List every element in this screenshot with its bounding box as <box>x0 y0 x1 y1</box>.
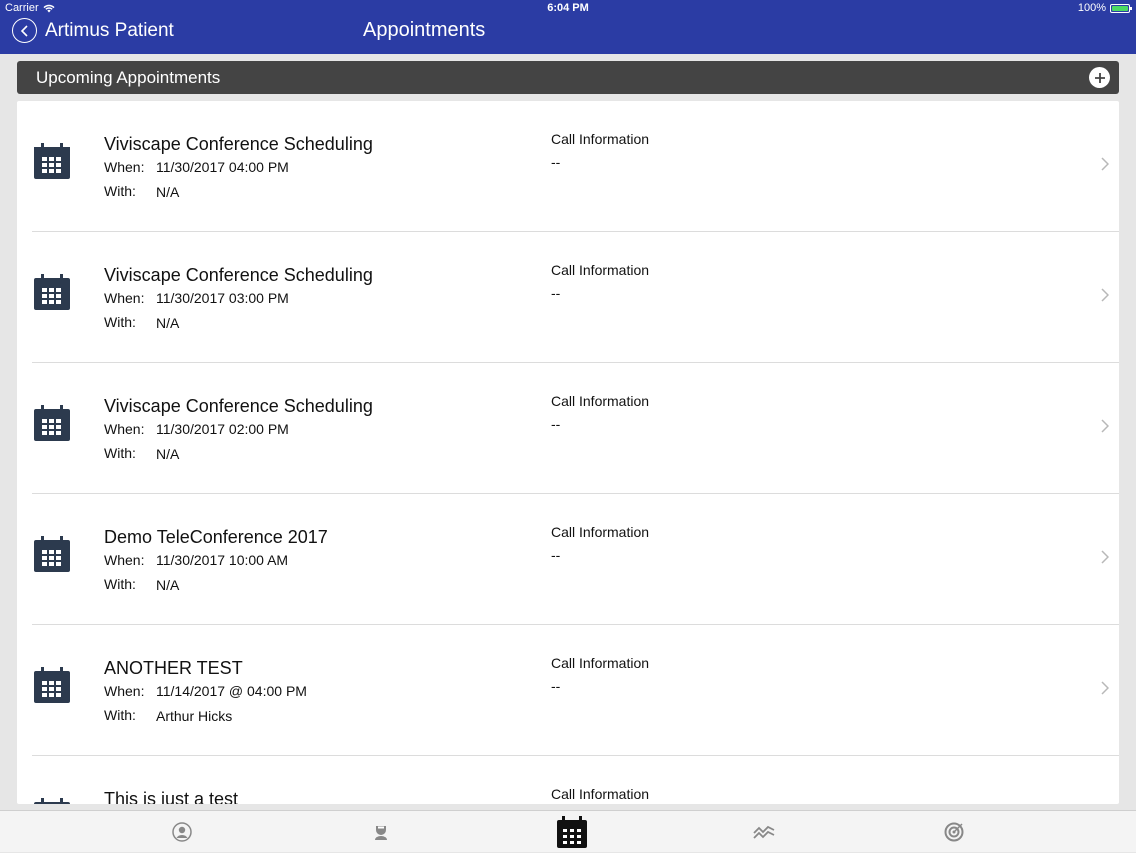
when-label: When: <box>104 290 145 306</box>
status-time: 6:04 PM <box>547 2 589 14</box>
chevron-right-icon <box>1101 157 1109 171</box>
appointment-row[interactable]: Viviscape Conference Scheduling When: 11… <box>32 363 1119 494</box>
calendar-icon <box>34 536 70 572</box>
with-label: With: <box>104 314 136 330</box>
add-appointment-button[interactable] <box>1089 67 1110 88</box>
tab-bar <box>0 810 1136 852</box>
tab-doctor[interactable] <box>361 811 401 853</box>
doctor-icon <box>375 826 387 840</box>
calendar-icon <box>34 143 70 179</box>
when-label: When: <box>104 683 145 699</box>
when-label: When: <box>104 421 145 437</box>
appointment-title: This is just a test <box>104 789 239 804</box>
tab-profile[interactable] <box>162 811 202 853</box>
appointment-row[interactable]: Demo TeleConference 2017 When: 11/30/201… <box>32 494 1119 625</box>
calendar-icon <box>557 816 587 848</box>
back-chevron-icon <box>12 18 37 43</box>
back-button[interactable]: Artimus Patient <box>12 18 174 43</box>
tab-goals[interactable] <box>934 811 974 853</box>
chevron-right-icon <box>1101 288 1109 302</box>
call-information-label: Call Information <box>551 262 650 278</box>
call-information-label: Call Information <box>551 524 650 540</box>
back-label: Artimus Patient <box>45 19 174 41</box>
tab-appointments[interactable] <box>552 811 592 853</box>
appointment-datetime: 11/14/2017 @ 04:00 PM <box>156 683 307 699</box>
call-information-label: Call Information <box>551 131 650 147</box>
with-label: With: <box>104 445 136 461</box>
with-label: With: <box>104 183 136 199</box>
call-information-value: -- <box>551 285 561 301</box>
plus-icon <box>1094 72 1105 83</box>
calendar-icon <box>34 274 70 310</box>
chevron-right-icon <box>1101 550 1109 564</box>
calendar-icon <box>34 405 70 441</box>
appointment-with: N/A <box>156 577 180 593</box>
with-label: With: <box>104 707 136 723</box>
when-label: When: <box>104 159 145 175</box>
section-title: Upcoming Appointments <box>36 68 221 87</box>
appointment-datetime: 11/30/2017 03:00 PM <box>156 290 289 306</box>
appointment-with: N/A <box>156 446 180 462</box>
call-information-label: Call Information <box>551 393 650 409</box>
appointment-row[interactable]: Viviscape Conference Scheduling When: 11… <box>32 232 1119 363</box>
chevron-right-icon <box>1101 681 1109 695</box>
call-information-label: Call Information <box>551 655 650 671</box>
appointment-title: Viviscape Conference Scheduling <box>104 134 373 154</box>
call-information-value: -- <box>551 547 561 563</box>
call-information-value: -- <box>551 416 561 432</box>
appointment-datetime: 11/30/2017 04:00 PM <box>156 159 289 175</box>
with-label: With: <box>104 576 136 592</box>
appointment-row[interactable]: Viviscape Conference Scheduling When: 11… <box>32 101 1119 232</box>
calendar-icon <box>34 667 70 703</box>
appointment-datetime: 11/30/2017 02:00 PM <box>156 421 289 437</box>
appointment-row[interactable]: ANOTHER TEST When: 11/14/2017 @ 04:00 PM… <box>32 625 1119 756</box>
tab-vitals[interactable] <box>744 811 784 853</box>
battery-indicator: 100% <box>1077 2 1132 14</box>
calendar-icon <box>34 798 70 804</box>
appointment-row[interactable]: This is just a test Call Information <box>32 756 1119 804</box>
appointment-with: N/A <box>156 315 180 331</box>
status-bar: Carrier 6:04 PM 100% <box>0 0 1136 16</box>
call-information-label: Call Information <box>551 786 650 802</box>
appointment-title: ANOTHER TEST <box>104 658 243 678</box>
navigation-bar: Artimus Patient Appointments <box>0 16 1136 54</box>
when-label: When: <box>104 552 145 568</box>
vitals-chart-icon <box>753 825 775 839</box>
appointment-with: Arthur Hicks <box>156 708 233 724</box>
appointment-datetime: 11/30/2017 10:00 AM <box>156 552 289 568</box>
appointment-title: Viviscape Conference Scheduling <box>104 396 373 416</box>
section-header: Upcoming Appointments <box>17 61 1119 94</box>
appointment-list: Viviscape Conference Scheduling When: 11… <box>17 101 1119 804</box>
page-title: Appointments <box>363 19 486 41</box>
call-information-value: -- <box>551 154 561 170</box>
appointment-title: Viviscape Conference Scheduling <box>104 265 373 285</box>
profile-icon <box>172 822 192 842</box>
appointment-title: Demo TeleConference 2017 <box>104 527 328 547</box>
battery-icon <box>1110 3 1132 13</box>
battery-percent: 100% <box>1077 2 1106 14</box>
chevron-right-icon <box>1101 419 1109 433</box>
appointment-with: N/A <box>156 184 180 200</box>
call-information-value: -- <box>551 678 561 694</box>
target-icon <box>944 822 964 842</box>
